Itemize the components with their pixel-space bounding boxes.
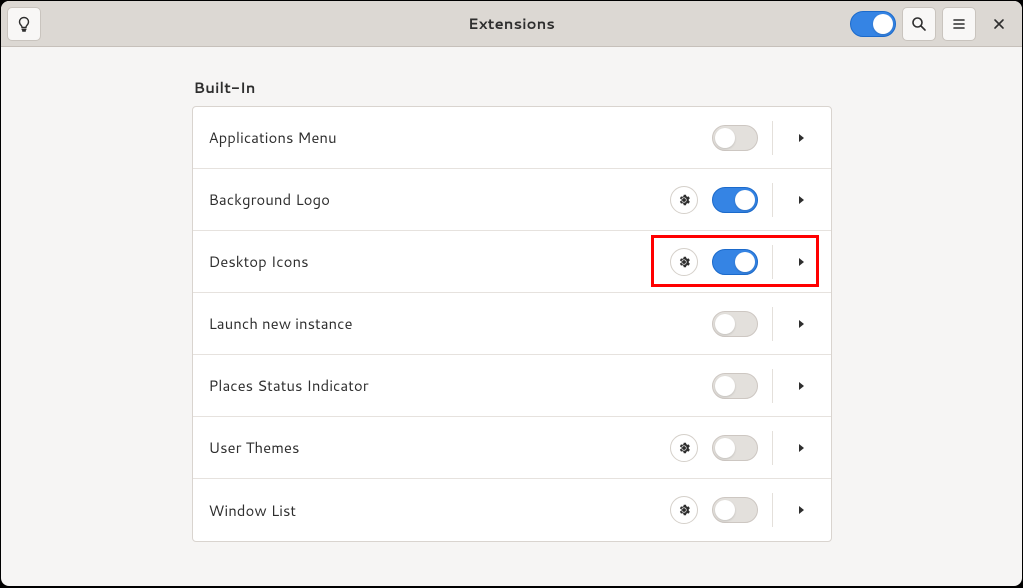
section-title: Built-In [192, 77, 832, 98]
close-button[interactable] [982, 7, 1016, 41]
extension-row: Desktop Icons [193, 231, 831, 293]
extension-name: Applications Menu [209, 127, 712, 148]
expand-button[interactable] [787, 195, 815, 205]
extension-name: Window List [209, 500, 670, 521]
menu-button[interactable] [942, 7, 976, 41]
chevron-right-icon [796, 381, 806, 391]
extension-name: Background Logo [209, 189, 670, 210]
extension-name: Places Status Indicator [209, 375, 712, 396]
expand-button[interactable] [787, 381, 815, 391]
content-area: Built-In Applications Menu Background Log… [1, 47, 1022, 586]
extension-toggle[interactable] [712, 497, 758, 523]
extension-name: Launch new instance [209, 313, 712, 334]
gear-icon [677, 255, 691, 269]
extension-row: Launch new instance [193, 293, 831, 355]
expand-button[interactable] [787, 319, 815, 329]
header-bar: Extensions [1, 1, 1022, 47]
expand-button[interactable] [787, 443, 815, 453]
chevron-right-icon [796, 133, 806, 143]
chevron-right-icon [796, 319, 806, 329]
expand-button[interactable] [787, 133, 815, 143]
extension-row: Applications Menu [193, 107, 831, 169]
extension-settings-button[interactable] [670, 186, 698, 214]
extension-row: Window List [193, 479, 831, 541]
close-icon [991, 16, 1007, 32]
expand-button[interactable] [787, 505, 815, 515]
extension-name: Desktop Icons [209, 251, 670, 272]
extension-settings-button[interactable] [670, 434, 698, 462]
extension-name: User Themes [209, 437, 670, 458]
global-extensions-toggle[interactable] [850, 11, 896, 37]
gear-icon [677, 441, 691, 455]
extension-list: Applications Menu Background Logo Desktop … [192, 106, 832, 542]
extension-settings-button[interactable] [670, 248, 698, 276]
expand-button[interactable] [787, 257, 815, 267]
extension-toggle[interactable] [712, 311, 758, 337]
chevron-right-icon [796, 257, 806, 267]
hamburger-icon [951, 16, 967, 32]
chevron-right-icon [796, 195, 806, 205]
extensions-window: Extensions Built-In Applications Menu Bac… [1, 1, 1022, 586]
search-button[interactable] [902, 7, 936, 41]
lightbulb-icon [16, 16, 32, 32]
extension-row: Places Status Indicator [193, 355, 831, 417]
extension-toggle[interactable] [712, 187, 758, 213]
extension-row: Background Logo [193, 169, 831, 231]
about-button[interactable] [7, 7, 41, 41]
extension-settings-button[interactable] [670, 496, 698, 524]
extension-toggle[interactable] [712, 435, 758, 461]
extension-toggle[interactable] [712, 125, 758, 151]
search-icon [911, 16, 927, 32]
chevron-right-icon [796, 505, 806, 515]
extension-toggle[interactable] [712, 249, 758, 275]
gear-icon [677, 193, 691, 207]
chevron-right-icon [796, 443, 806, 453]
gear-icon [677, 503, 691, 517]
extension-toggle[interactable] [712, 373, 758, 399]
extension-row: User Themes [193, 417, 831, 479]
